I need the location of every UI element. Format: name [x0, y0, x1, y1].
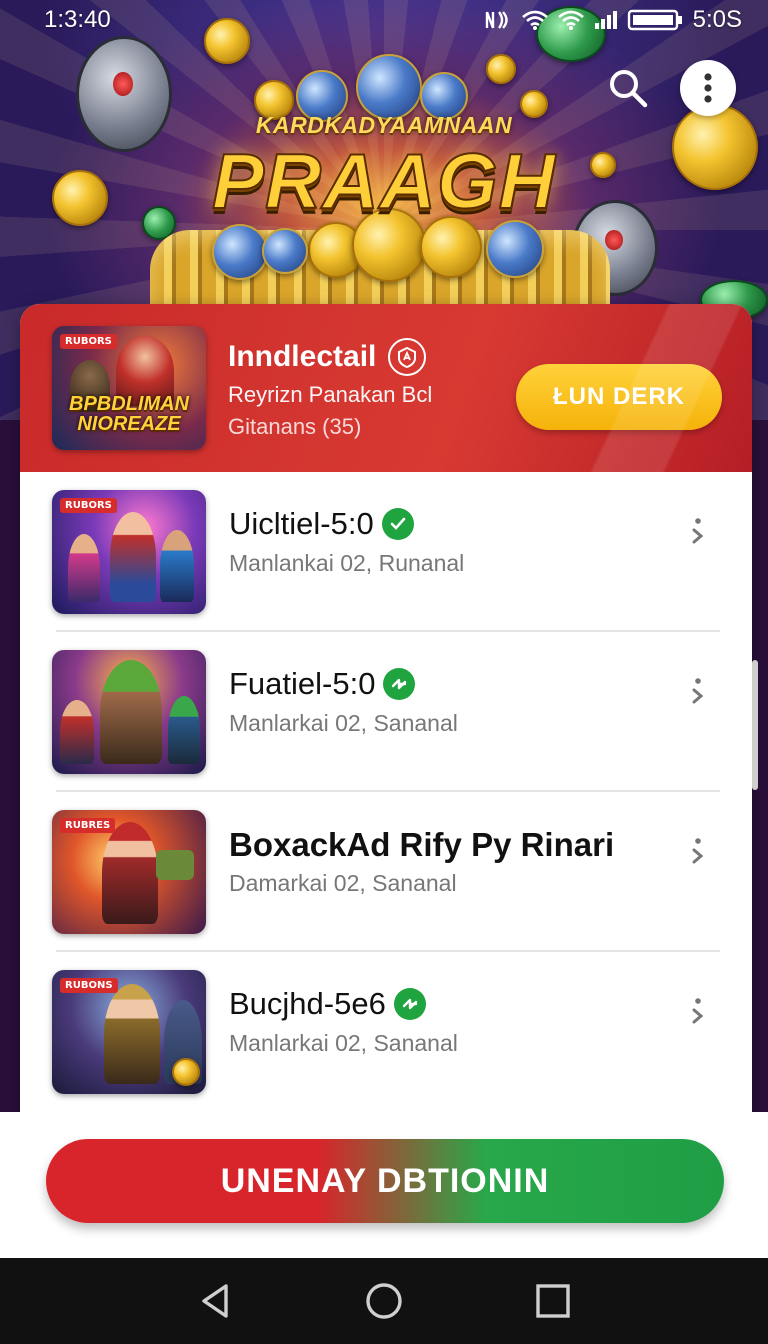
featured-game[interactable]: RUBORS BPBDLIMAN NIOREAZE Inndlectail Re…	[20, 304, 752, 472]
character-art	[68, 534, 100, 602]
hero-logo-subtitle: KARDKADYAAMNAAN	[255, 112, 513, 138]
list-item-subtitle: Damarkai 02, Sananal	[229, 870, 457, 896]
row-more-button[interactable]	[678, 834, 718, 874]
blue-coin-decoration	[262, 228, 308, 274]
back-triangle-icon	[201, 1284, 228, 1318]
sync-arrows-icon	[393, 988, 426, 1020]
game-thumbnail: RUBONS	[52, 970, 206, 1094]
character-art	[100, 660, 162, 764]
recents-square-icon	[536, 1284, 571, 1318]
list-item-title-text: Fuatiel-5:0	[229, 666, 376, 701]
thumbnail-tag: RUBORS	[60, 334, 117, 349]
status-time-left: 1:3:40	[44, 6, 111, 33]
list-item-title-text: BoxackAd Rify Py Rinari	[229, 826, 615, 863]
game-list: RUBORS Uicltiel-5:0 Manlankai 02, Runana…	[20, 472, 752, 1112]
thumbnail-tag: RUBRES	[60, 818, 116, 833]
more-vertical-icon	[704, 73, 712, 103]
thumbnail-caption: BPBDLIMAN NIOREAZE	[56, 394, 202, 434]
list-item[interactable]: RUBONS Bucjhd-5e6 Manlarkai 02, Sananal	[52, 952, 720, 1112]
thumbnail-caption-line: BPBDLIMAN	[69, 393, 189, 415]
battery-icon	[627, 8, 685, 32]
primary-action-button[interactable]: UNENAY DBTIONIN	[46, 1139, 724, 1223]
featured-title-text: Inndlectail	[228, 340, 377, 373]
home-circle-icon	[366, 1283, 402, 1319]
character-art	[110, 512, 156, 602]
character-art	[156, 850, 194, 880]
thumbnail-caption-line: NIOREAZE	[77, 413, 181, 435]
system-navigation-bar	[0, 1258, 768, 1344]
list-item-title-text: Bucjhd-5e6	[229, 986, 386, 1021]
list-item[interactable]: RUBRES BoxackAd Rify Py Rinari Damarkai …	[52, 792, 720, 952]
run-game-button[interactable]: ŁUN DERK	[516, 364, 722, 430]
scrollbar[interactable]	[752, 660, 758, 790]
more-options-button[interactable]	[680, 60, 736, 116]
list-item[interactable]: Fuatiel-5:0 Manlarkai 02, Sananal	[52, 632, 720, 792]
blue-coin-decoration	[212, 224, 268, 280]
status-icons: 5:0S	[483, 6, 742, 34]
verified-check-icon	[381, 508, 414, 540]
top-actions	[600, 60, 736, 116]
character-art	[160, 530, 194, 602]
gold-coin-decoration	[172, 1058, 200, 1086]
search-button[interactable]	[600, 60, 656, 116]
game-list-card: RUBORS BPBDLIMAN NIOREAZE Inndlectail Re…	[20, 304, 752, 1134]
sync-arrows-icon	[383, 668, 416, 700]
chevron-more-icon	[692, 678, 704, 704]
thumbnail-tag: RUBORS	[60, 498, 117, 513]
wifi-icon	[557, 9, 585, 31]
chevron-more-icon	[692, 838, 704, 864]
bottom-action-area: UNENAY DBTIONIN	[0, 1112, 768, 1258]
featured-meta: Gitanans (35)	[228, 414, 362, 439]
chevron-more-icon	[692, 998, 704, 1024]
search-icon	[610, 70, 648, 108]
wifi-icon	[521, 9, 549, 31]
status-time-right: 5:0S	[692, 6, 742, 33]
featured-title: Inndlectail	[228, 338, 427, 376]
gold-coin-decoration	[486, 54, 516, 84]
home-button[interactable]	[360, 1277, 408, 1325]
back-button[interactable]	[191, 1277, 239, 1325]
blue-coin-decoration	[356, 54, 422, 120]
list-item-title: Uicltiel-5:0	[229, 506, 414, 542]
character-art	[104, 984, 160, 1084]
signal-icon	[593, 9, 619, 31]
featured-game-thumbnail: RUBORS BPBDLIMAN NIOREAZE	[52, 326, 206, 450]
hero-logo-title: PRAAGH	[211, 136, 556, 226]
nfc-icon	[483, 9, 513, 31]
row-more-button[interactable]	[678, 674, 718, 714]
list-item-subtitle: Manlarkai 02, Sananal	[229, 1030, 458, 1056]
thumbnail-tag: RUBONS	[60, 978, 118, 993]
row-more-button[interactable]	[678, 514, 718, 554]
list-item[interactable]: RUBORS Uicltiel-5:0 Manlankai 02, Runana…	[52, 472, 720, 632]
chevron-more-icon	[692, 518, 704, 544]
row-more-button[interactable]	[678, 994, 718, 1034]
character-art	[60, 700, 94, 764]
featured-subtitle: Reyrizn Panakan Bcl	[228, 382, 433, 407]
recents-button[interactable]	[529, 1277, 577, 1325]
shield-icon	[388, 338, 427, 376]
game-thumbnail: RUBORS	[52, 490, 206, 614]
character-art	[168, 696, 200, 764]
list-item-title-text: Uicltiel-5:0	[229, 506, 374, 541]
list-item-subtitle: Manlankai 02, Runanal	[229, 550, 465, 576]
character-art	[102, 822, 158, 924]
list-item-title: Bucjhd-5e6	[229, 986, 426, 1022]
list-item-title: BoxackAd Rify Py Rinari	[229, 826, 614, 864]
status-bar: 1:3:40 5:0S	[0, 0, 768, 40]
game-thumbnail: RUBRES	[52, 810, 206, 934]
list-item-title: Fuatiel-5:0	[229, 666, 416, 702]
game-thumbnail	[52, 650, 206, 774]
list-item-subtitle: Manlarkai 02, Sananal	[229, 710, 458, 736]
blue-coin-decoration	[486, 220, 544, 278]
